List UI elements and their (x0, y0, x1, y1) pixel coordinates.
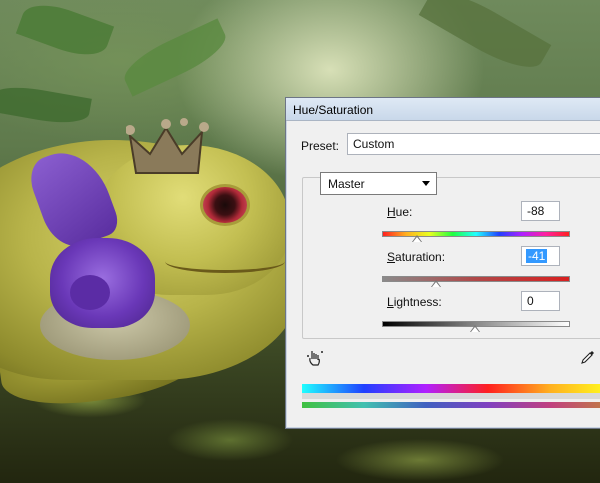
hue-input[interactable]: -88 (521, 201, 560, 221)
channel-value: Master (328, 177, 365, 191)
lightness-label: Lightness: (387, 295, 442, 309)
preset-dropdown[interactable]: Custom (347, 133, 600, 155)
saturation-label: Saturation: (387, 250, 446, 264)
range-bar (302, 393, 600, 399)
saturation-slider-thumb[interactable] (431, 280, 441, 287)
palm-leaf (15, 0, 115, 65)
preset-value: Custom (353, 137, 395, 151)
palm-leaf (117, 18, 233, 97)
palm-leaf (0, 81, 92, 129)
dialog-title: Hue/Saturation (293, 103, 374, 117)
frog-mouth (165, 250, 285, 273)
dialog-titlebar[interactable]: Hue/Saturation (286, 98, 600, 121)
hue-slider-thumb[interactable] (412, 235, 422, 242)
frog-eye (200, 184, 250, 226)
lightness-value: 0 (527, 294, 534, 308)
hue-value: -88 (527, 204, 545, 218)
channel-dropdown[interactable]: Master (320, 172, 437, 195)
output-color-bar (302, 402, 600, 408)
crown (126, 118, 209, 174)
saturation-input[interactable]: -41 (521, 246, 560, 266)
saturation-value: -41 (526, 249, 548, 263)
hue-slider-track[interactable] (382, 231, 570, 237)
lightness-slider-thumb[interactable] (470, 325, 480, 332)
hue-saturation-dialog: Hue/Saturation Preset: Custom Master Hue… (285, 97, 600, 429)
hue-label: Hue: (387, 205, 413, 219)
input-color-bar (302, 384, 600, 393)
saturation-slider-track[interactable] (382, 276, 570, 282)
palm-leaf (418, 0, 552, 80)
lightness-input[interactable]: 0 (521, 291, 560, 311)
bow-knot (70, 275, 110, 310)
preset-label: Preset: (301, 139, 340, 153)
chevron-down-icon (422, 181, 430, 186)
eyedropper-icon[interactable] (580, 349, 596, 365)
hand-pointer-icon[interactable] (306, 349, 324, 367)
